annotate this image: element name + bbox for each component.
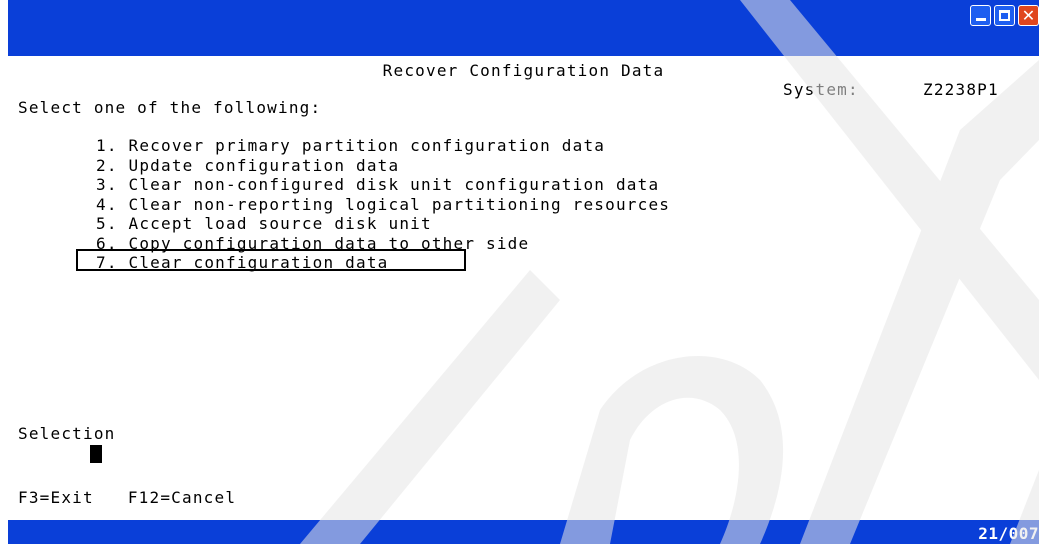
option-2[interactable]: 2. Update configuration data [96,156,670,176]
minimize-button[interactable] [970,5,991,26]
window-titlebar: ✕ [8,0,1039,32]
menu-bar-area [8,32,1039,56]
minimize-icon [976,18,986,21]
selection-label: Selection [18,424,116,443]
screen-title: Recover Configuration Data [382,61,665,80]
emulator-window: ✕ Recover Configuration Data System: Z22… [8,0,1039,544]
status-bar: 21/007 [8,520,1039,544]
option-1[interactable]: 1. Recover primary partition configurati… [96,136,670,156]
option-4[interactable]: 4. Clear non-reporting logical partition… [96,195,670,215]
option-7-highlight-box [76,249,466,271]
close-icon: ✕ [1021,6,1036,25]
menu-prompt: Select one of the following: [18,98,322,117]
system-label: System: [783,80,859,99]
window-controls: ✕ [970,5,1039,26]
system-value: Z2238P1 [923,80,999,99]
f3-exit-key[interactable]: F3=Exit [18,488,94,507]
option-5[interactable]: 5. Accept load source disk unit [96,214,670,234]
close-button[interactable]: ✕ [1018,5,1039,26]
cursor-position: 21/007 [978,524,1039,543]
maximize-button[interactable] [994,5,1015,26]
f12-cancel-key[interactable]: F12=Cancel [128,488,236,507]
option-3[interactable]: 3. Clear non-configured disk unit config… [96,175,670,195]
selection-input[interactable] [90,445,102,463]
function-key-bar: F3=Exit F12=Cancel [18,488,236,507]
terminal-screen: Recover Configuration Data System: Z2238… [8,56,1039,520]
maximize-icon [999,10,1010,21]
